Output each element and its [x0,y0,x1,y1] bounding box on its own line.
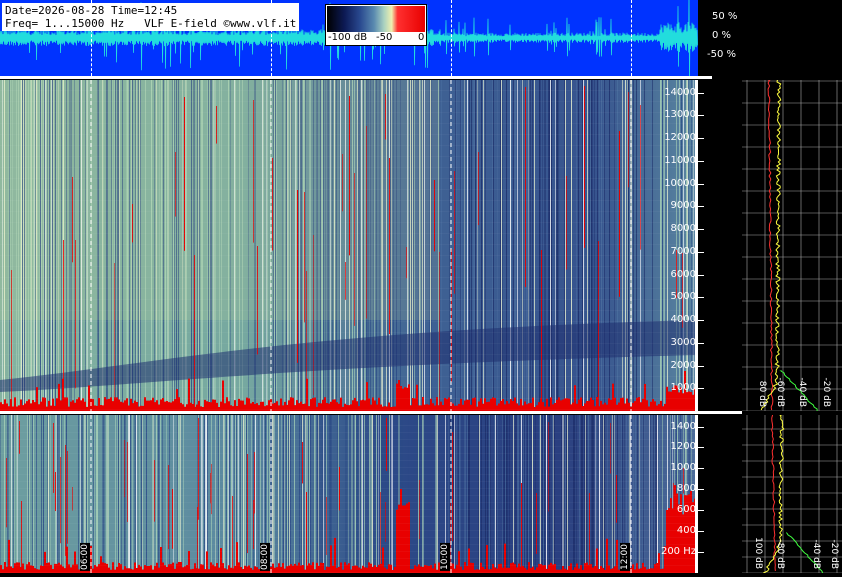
scale-label-mid: -50 [376,32,393,43]
lower-axis-tick-label: 400 [676,525,696,537]
upper-axis-tick [698,297,704,299]
profile-db-label: -60 dB [775,378,785,407]
upper-axis-tick-label: 13000 [664,109,696,121]
lower-axis-tick-label: 1200 [670,441,696,453]
time-gridline-1200 [631,0,632,76]
upper-axis-tick [698,229,704,230]
lower-axis-tick [698,468,704,470]
upper-axis-tick [698,92,704,94]
wave-axis-top: 50 % [712,11,738,22]
upper-axis-tick-label: 12000 [664,132,696,143]
spectrum-profile-lower: 100 dB -80 dB -40 dB -20 dB [742,414,842,574]
upper-axis-tick [698,365,704,367]
time-label-1000: 10:00 [440,543,450,571]
color-scale: -100 dB -50 0 [325,4,427,46]
upper-axis-tick-label: 7000 [670,245,696,257]
profile-db-label: -80 dB [775,540,785,569]
profile-db-label: 80 dB [757,381,767,407]
lower-axis-tick [698,531,704,533]
upper-axis-tick-label: 1000 [670,382,696,394]
upper-axis-tick [698,388,704,390]
lower-axis-tick-label: 200 Hz [660,546,696,558]
color-scale-gradient [327,6,425,32]
spectrum-profile-upper: 80 dB -60 dB -40 dB -20 dB [742,79,842,412]
upper-axis-tick [698,160,704,162]
upper-axis-tick [698,274,704,276]
time-label-0600: 06:00 [80,543,90,571]
spectrogram-upper [0,80,698,411]
waveform-strip: Date=2026-08-28 Time=12:45 Freq= 1...150… [0,0,698,76]
separator-mid [0,411,742,414]
upper-axis-tick [698,138,704,139]
profile-db-label: -20 dB [821,378,831,407]
info-date-time: Date=2026-08-28 Time=12:45 [5,4,178,17]
time-gridline-0800 [271,0,272,76]
separator-top [0,76,712,79]
upper-axis-tick-label: 4000 [670,314,696,325]
wave-axis-mid: 0 % [712,30,732,41]
upper-axis-tick [698,320,704,321]
vlf-spectrogram-window: Date=2026-08-28 Time=12:45 Freq= 1...150… [0,0,842,574]
upper-axis-tick-label: 11000 [664,154,696,166]
time-label-0800: 08:00 [260,543,270,571]
time-label-1200: 12:00 [620,543,630,571]
lower-axis-tick-label: 1400 [670,420,696,432]
info-box: Date=2026-08-28 Time=12:45 Freq= 1...150… [2,3,300,31]
lower-axis-tick [698,426,704,428]
lower-axis-tick [698,447,704,449]
wave-axis-bottom: -50 % [707,49,737,60]
upper-axis-tick-label: 10000 [664,177,696,189]
lower-axis-tick-label: 600 [676,504,696,516]
profile-db-label: -20 dB [829,540,839,569]
scale-label-max: 0 [418,32,425,43]
lower-axis-tick-label: 1000 [670,462,696,474]
upper-axis-tick-label: 9000 [670,200,696,212]
upper-axis-tick [698,183,704,185]
upper-axis-tick-label: 2000 [670,359,696,371]
upper-axis-tick [698,251,704,253]
upper-axis-tick-label: 6000 [670,268,696,280]
upper-axis-tick [698,206,704,208]
upper-axis-tick-label: 5000 [670,291,696,303]
profile-db-label: -40 dB [797,378,807,407]
upper-axis-tick-label: 3000 [670,336,696,348]
profile-db-label: -40 dB [811,540,821,569]
profile-db-label: 100 dB [753,537,763,569]
time-gridline-0600 [91,0,92,76]
lower-axis-tick [698,510,704,512]
lower-axis-tick [698,552,704,554]
info-frequency: Freq= 1...15000 Hz VLF E-field ©www.vlf.… [5,17,297,30]
upper-axis-tick [698,115,704,117]
upper-axis-tick [698,342,704,344]
spectrogram-lower [0,415,698,573]
lower-axis-tick [698,489,704,491]
time-gridline-1000 [451,0,452,76]
scale-label-min: -100 dB [328,32,368,43]
lower-axis-tick-label: 800 [676,483,696,495]
upper-axis-tick-label: 8000 [670,223,696,234]
upper-axis-tick-label: 14000 [664,86,696,98]
